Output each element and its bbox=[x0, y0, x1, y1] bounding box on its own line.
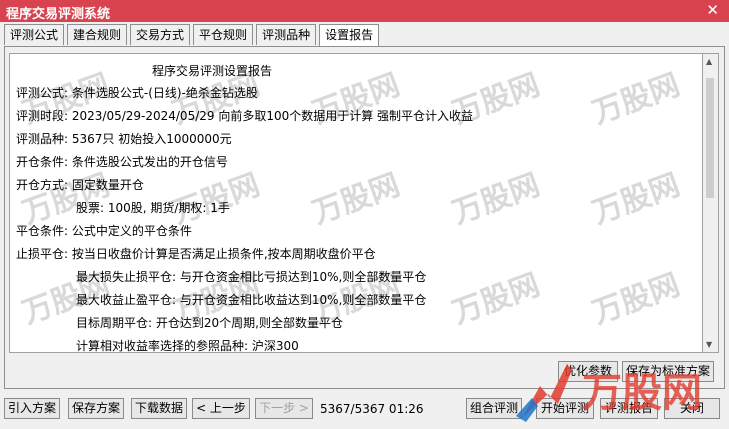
tab-report-settings[interactable]: 设置报告 bbox=[319, 24, 380, 46]
watermark-8: 万股网 bbox=[307, 167, 405, 232]
title-bar: 程序交易评测系统 ✕ bbox=[0, 0, 729, 22]
import-scheme-button[interactable]: 引入方案 bbox=[4, 398, 60, 419]
tab-formula[interactable]: 评测公式 bbox=[4, 24, 65, 45]
report-line-open-condition: 开仓条件: 条件选股公式发出的开仓信号 bbox=[16, 155, 228, 169]
next-step-button[interactable]: 下一步 > bbox=[255, 398, 313, 419]
tab-trade-method[interactable]: 交易方式 bbox=[130, 24, 191, 45]
prev-step-button[interactable]: < 上一步 bbox=[192, 398, 250, 419]
report-heading: 程序交易评测设置报告 bbox=[152, 64, 273, 78]
close-button[interactable]: 关闭 bbox=[664, 398, 720, 419]
optimize-params-button[interactable]: 优化参数 bbox=[558, 361, 618, 382]
report-line-instruments: 评测品种: 5367只 初始投入1000000元 bbox=[16, 132, 232, 146]
window-title: 程序交易评测系统 bbox=[6, 7, 111, 22]
tab-close-rules[interactable]: 平仓规则 bbox=[193, 24, 254, 45]
report-line-target-period: 目标周期平仓: 开仓达到20个周期,则全部数量平仓 bbox=[76, 316, 343, 330]
report-line-formula: 评测公式: 条件选股公式-(日线)-绝杀金钻选股 bbox=[16, 86, 258, 100]
scroll-down-icon[interactable]: ▼ bbox=[706, 340, 712, 349]
report-scrollbar[interactable]: ▲ ▼ bbox=[703, 53, 719, 353]
report-line-period: 评测时段: 2023/05/29-2024/05/29 向前多取100个数据用于… bbox=[16, 109, 474, 123]
start-eval-button[interactable]: 开始评测 bbox=[536, 398, 594, 419]
watermark-5: 万股网 bbox=[587, 67, 685, 132]
report-line-max-profit: 最大收益止盈平仓: 与开仓资金相比收益达到10%,则全部数量平仓 bbox=[76, 293, 427, 307]
close-icon[interactable]: ✕ bbox=[706, 1, 719, 19]
download-data-button[interactable]: 下载数据 bbox=[131, 398, 187, 419]
scroll-up-icon[interactable]: ▲ bbox=[706, 57, 712, 66]
save-scheme-button[interactable]: 保存方案 bbox=[68, 398, 124, 419]
report-line-open-method: 开仓方式: 固定数量开仓 bbox=[16, 178, 144, 192]
watermark-9: 万股网 bbox=[447, 167, 545, 232]
eval-report-button[interactable]: 评测报告 bbox=[600, 398, 658, 419]
tab-open-rules[interactable]: 建合规则 bbox=[67, 24, 128, 45]
combo-eval-button[interactable]: 组合评测 bbox=[466, 398, 522, 419]
report-line-quantity: 股票: 100股, 期货/期权: 1手 bbox=[76, 201, 230, 215]
scroll-thumb[interactable] bbox=[706, 78, 714, 198]
progress-status: 5367/5367 01:26 bbox=[320, 402, 424, 416]
report-line-close-condition: 平仓条件: 公式中定义的平仓条件 bbox=[16, 224, 192, 238]
watermark-14: 万股网 bbox=[447, 267, 545, 332]
report-line-benchmark: 计算相对收益率选择的参照品种: 沪深300 bbox=[76, 339, 299, 353]
report-text-area[interactable]: 万股网 万股网 万股网 万股网 万股网 万股网 万股网 万股网 万股网 万股网 … bbox=[9, 53, 703, 353]
watermark-15: 万股网 bbox=[587, 267, 685, 332]
report-line-stop-loss: 止损平仓: 按当日收盘价计算是否满足止损条件,按本周期收盘价平仓 bbox=[16, 247, 376, 261]
tab-panel: 万股网 万股网 万股网 万股网 万股网 万股网 万股网 万股网 万股网 万股网 … bbox=[4, 46, 725, 389]
tab-instruments[interactable]: 评测品种 bbox=[256, 24, 317, 45]
watermark-10: 万股网 bbox=[587, 167, 685, 232]
tab-bar: 评测公式 建合规则 交易方式 平仓规则 评测品种 设置报告 bbox=[4, 24, 382, 46]
report-line-max-loss: 最大损失止损平仓: 与开仓资金相比亏损达到10%,则全部数量平仓 bbox=[76, 270, 427, 284]
save-standard-scheme-button[interactable]: 保存为标准方案 bbox=[622, 361, 714, 382]
